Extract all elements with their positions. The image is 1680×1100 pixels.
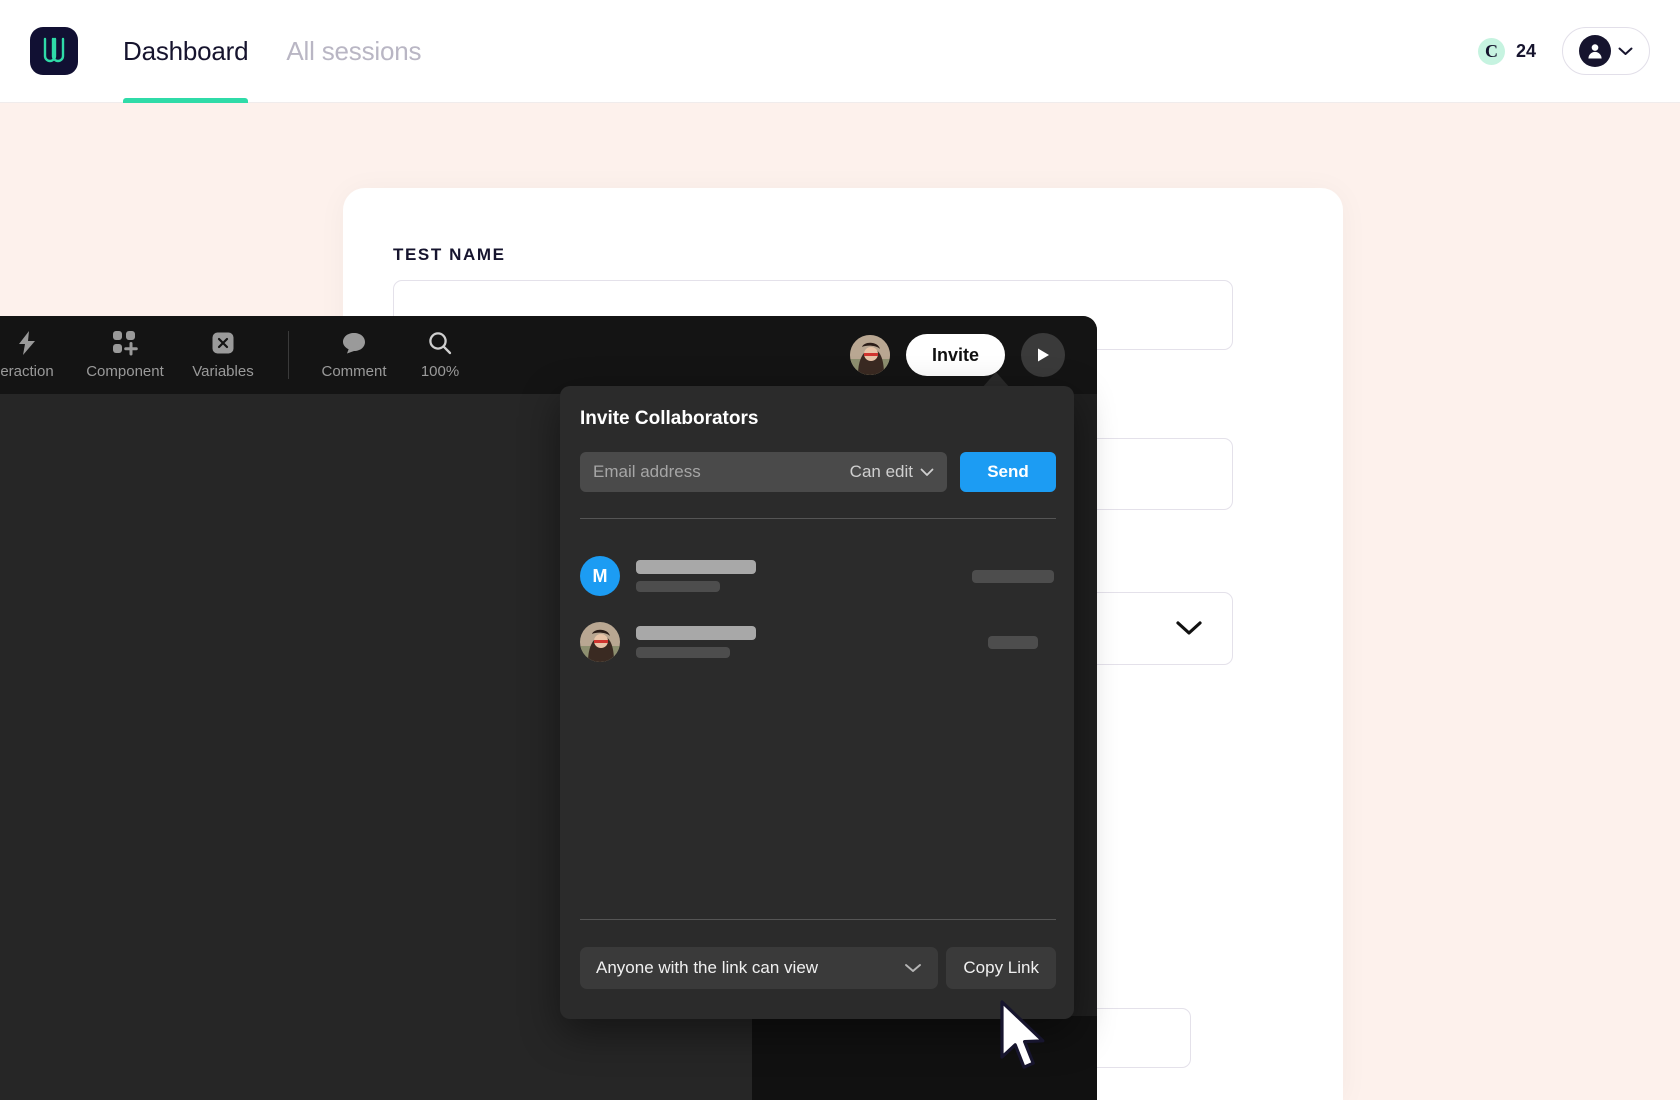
canvas-dark-strip	[752, 1016, 1097, 1100]
copy-link-label: Copy Link	[963, 958, 1039, 977]
share-link-row: Anyone with the link can view Copy Link	[580, 947, 1056, 989]
account-menu-button[interactable]	[1562, 27, 1650, 75]
screen-root: TEST NAME ons Dashboard All sessions	[0, 0, 1680, 1100]
permission-label: Can edit	[849, 462, 913, 481]
credit-count: 24	[1515, 40, 1536, 61]
invite-collaborators-popover: Invite Collaborators Email address Can e…	[560, 386, 1074, 1019]
tab-all-sessions-label: All sessions	[286, 35, 422, 66]
email-input-placeholder: Email address	[593, 462, 701, 481]
collaborator-photo-avatar[interactable]	[849, 335, 890, 375]
skeleton-role-bar	[988, 636, 1038, 649]
skeleton-name-bar	[636, 560, 756, 574]
chevron-down-icon	[905, 964, 922, 972]
chevron-down-icon	[1176, 621, 1202, 635]
play-triangle-icon	[1038, 348, 1049, 362]
toolbar-label-interaction: eraction	[0, 363, 54, 380]
copy-link-button[interactable]: Copy Link	[946, 947, 1056, 989]
ushur-u-logo-icon	[43, 37, 65, 63]
invite-input-row: Email address Can edit Send	[580, 452, 1056, 492]
toolbar-label-zoom: 100%	[420, 363, 460, 380]
component-grid-plus-icon	[112, 330, 138, 356]
prototype-toolbar: eraction Component Variables Comment 100…	[0, 316, 1097, 394]
permission-dropdown[interactable]: Can edit	[850, 462, 934, 482]
avatar	[1579, 35, 1611, 67]
play-preview-button[interactable]	[1021, 333, 1065, 377]
collaborator-row-1[interactable]: M	[580, 552, 1056, 600]
user-avatar-icon	[1588, 44, 1602, 59]
toolbar-label-component: Component	[86, 363, 164, 380]
zoom-search-icon	[428, 330, 452, 356]
invite-button[interactable]: Invite	[905, 334, 1005, 376]
send-button-label: Send	[987, 462, 1029, 481]
skeleton-email-bar	[636, 647, 730, 658]
email-input[interactable]: Email address Can edit	[580, 452, 947, 492]
skeleton-role-bar	[972, 570, 1054, 583]
popover-top-divider	[580, 518, 1056, 519]
toolbar-item-zoom[interactable]: 100%	[397, 330, 483, 380]
tab-dashboard-label: Dashboard	[123, 35, 249, 66]
chevron-down-icon	[920, 468, 934, 476]
toolbar-item-comment[interactable]: Comment	[311, 330, 397, 380]
topbar-right-group: C 24	[1477, 27, 1650, 75]
nav-tab-list: Dashboard All sessions	[123, 0, 421, 103]
popover-bottom-divider	[580, 919, 1056, 920]
send-invite-button[interactable]: Send	[960, 452, 1056, 492]
test-name-label: TEST NAME	[393, 245, 506, 264]
chevron-down-icon	[1618, 47, 1633, 55]
avatar-photo	[849, 335, 890, 375]
toolbar-item-interaction[interactable]: eraction	[0, 330, 70, 380]
toolbar-item-variables[interactable]: Variables	[180, 330, 266, 380]
tab-dashboard[interactable]: Dashboard	[123, 0, 249, 103]
invite-button-label: Invite	[931, 344, 979, 365]
credit-coin-icon: C	[1477, 37, 1505, 65]
toolbar-item-component[interactable]: Component	[82, 330, 168, 380]
top-navigation-bar: Dashboard All sessions C 24	[0, 0, 1680, 103]
avatar-photo	[580, 622, 620, 662]
variables-box-icon	[211, 330, 235, 356]
collaborator-photo-avatar	[580, 622, 620, 662]
app-logo[interactable]	[30, 27, 78, 75]
skeleton-name-bar	[636, 626, 756, 640]
collaborator-skeleton-text	[636, 626, 756, 658]
popover-title: Invite Collaborators	[580, 408, 759, 429]
collaborator-row-2[interactable]	[580, 618, 1056, 666]
collaborator-initial: M	[592, 565, 608, 586]
toolbar-label-variables: Variables	[192, 363, 254, 380]
toolbar-divider	[288, 331, 289, 379]
collaborator-skeleton-text	[636, 560, 756, 592]
toolbar-right-group: Invite	[849, 333, 1065, 377]
comment-bubble-icon	[341, 330, 367, 356]
skeleton-email-bar	[636, 581, 720, 592]
credit-symbol: C	[1484, 40, 1498, 61]
lightning-bolt-icon	[16, 330, 38, 356]
toolbar-label-comment: Comment	[321, 363, 387, 380]
share-scope-label: Anyone with the link can view	[596, 958, 819, 977]
collaborator-initial-avatar: M	[580, 556, 620, 596]
share-scope-select[interactable]: Anyone with the link can view	[580, 947, 939, 989]
credits-indicator[interactable]: C 24	[1477, 37, 1536, 65]
tab-all-sessions[interactable]: All sessions	[286, 0, 421, 103]
